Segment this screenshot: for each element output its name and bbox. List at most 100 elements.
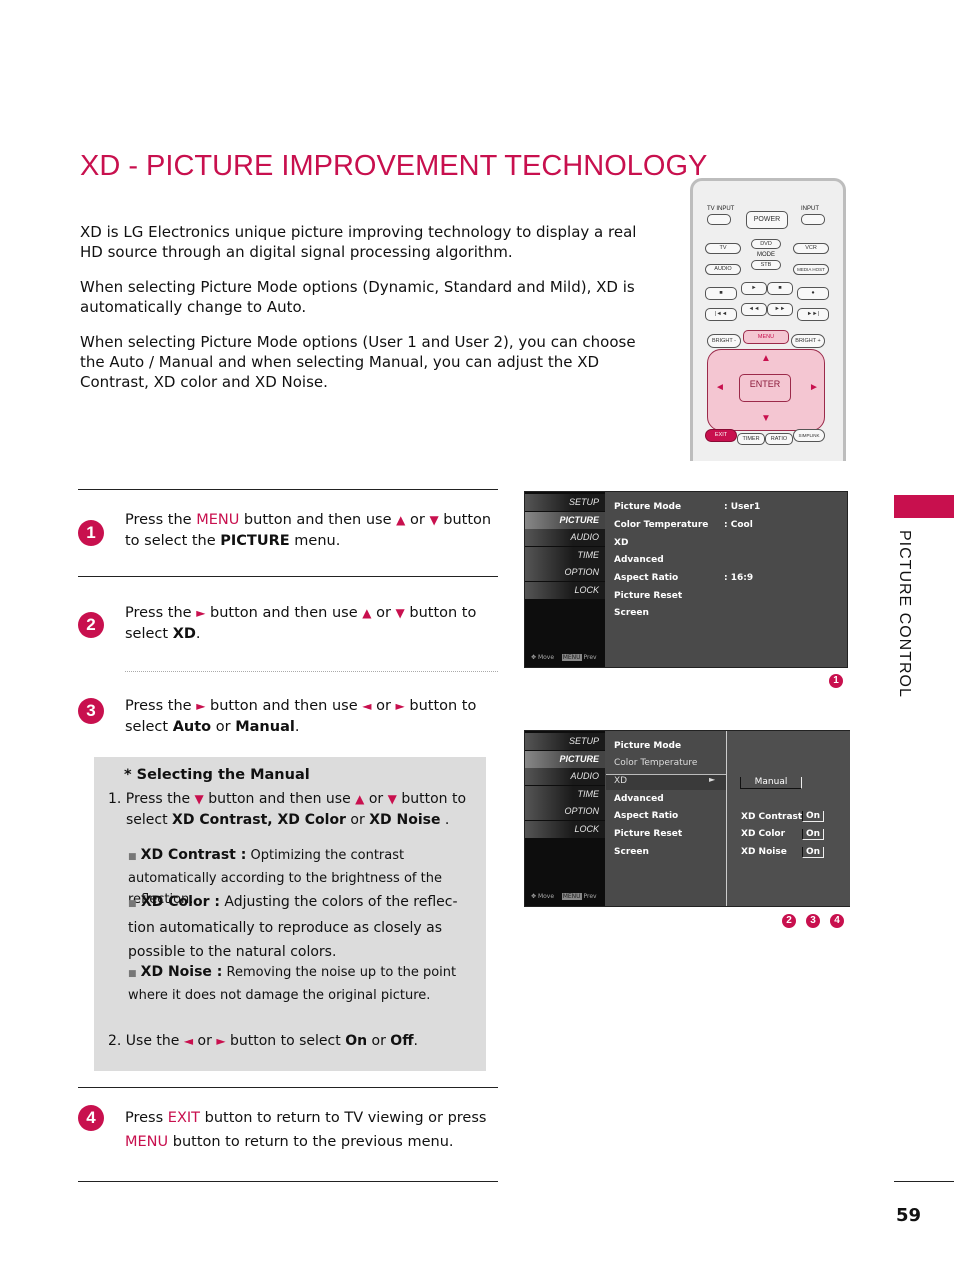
divider-dotted: [125, 671, 498, 672]
remote-control-illustration: TV INPUT POWER INPUT TV DVD VCR MODE AUD…: [690, 178, 846, 461]
text: or: [371, 605, 396, 621]
mode-label: MODE: [757, 252, 775, 258]
submenu-arrow-icon: ►: [709, 775, 716, 784]
intro-paragraph: When selecting Picture Mode options (Use…: [80, 333, 636, 391]
osd-item: Advanced: [614, 794, 664, 804]
menu-key-label: MENU: [125, 1134, 169, 1150]
up-arrow-icon: ▲: [761, 353, 771, 364]
text: .: [413, 1033, 418, 1049]
record-button: ●: [797, 287, 829, 300]
rewind-button: ◄◄: [741, 303, 767, 316]
step-number: 3: [78, 698, 104, 724]
callout-number: 4: [830, 914, 844, 928]
step-3-text: Press the ► button and then use ◄ or ► b…: [125, 696, 495, 738]
text: Press the: [125, 698, 197, 714]
stb-mode-button: STB: [751, 260, 781, 270]
dvd-mode-button: DVD: [751, 239, 781, 249]
vcr-mode-button: VCR: [793, 243, 829, 254]
step-number: 1: [78, 520, 104, 546]
osd-tab-setup: SETUP: [525, 733, 605, 750]
osd-setting-value: On: [802, 811, 824, 822]
ratio-button: RATIO: [765, 433, 793, 445]
text: or: [364, 791, 388, 807]
osd-footer: ✥ Move MENU Prev: [531, 893, 597, 900]
off-label: Off: [390, 1033, 414, 1049]
tv-input-label: TV INPUT: [707, 206, 735, 212]
text: button to: [396, 791, 467, 807]
osd-item: Screen: [614, 847, 649, 857]
osd-footer: ✥ Move MENU Prev: [531, 654, 597, 661]
osd-setting-label: XD Color: [741, 829, 786, 839]
osd-picture-menu: SETUP PICTURE AUDIO TIME OPTION LOCK ✥ M…: [524, 491, 848, 668]
section-name: PICTURE CONTROL: [896, 530, 913, 698]
osd-item-selected: XD: [614, 776, 628, 786]
auto-label: Auto: [172, 719, 212, 735]
osd-tab-setup: SETUP: [525, 494, 605, 511]
text: or: [405, 512, 430, 528]
osd-item-value: : User1: [724, 502, 761, 512]
exit-button: EXIT: [705, 429, 737, 442]
osd-tab-audio: AUDIO: [525, 768, 605, 785]
text: or: [193, 1033, 217, 1049]
callout-number: 2: [782, 914, 796, 928]
osd-tab-column: SETUP PICTURE AUDIO TIME OPTION LOCK ✥ M…: [525, 731, 605, 906]
section-tab-label: PICTURE CONTROL: [885, 530, 915, 700]
bright-minus-button: BRIGHT -: [707, 334, 741, 348]
audio-mode-button: AUDIO: [705, 264, 741, 275]
move-icon: ✥: [531, 654, 537, 661]
on-label: On: [345, 1033, 368, 1049]
right-arrow-icon: ►: [395, 699, 405, 713]
menu-button: MENU: [743, 330, 789, 344]
bullet-label: XD Contrast :: [140, 847, 247, 863]
osd-setting-value: On: [802, 829, 824, 840]
text: Press: [125, 1110, 168, 1126]
text: button to return to the previous menu.: [168, 1134, 454, 1150]
skip-forward-button: ►►|: [797, 308, 829, 321]
osd-item: Picture Mode: [614, 502, 682, 512]
text: select: [126, 812, 173, 828]
osd-tab-lock: LOCK: [525, 821, 605, 838]
bullet-xd-noise: ■ XD Noise : Removing the noise up to th…: [128, 962, 478, 1006]
move-icon: ✥: [531, 893, 537, 900]
right-arrow-icon: ►: [809, 382, 819, 393]
text: 2. Use the: [108, 1033, 184, 1049]
play-button: ►: [741, 282, 767, 295]
osd-setting-label: XD Contrast: [741, 812, 803, 822]
bright-plus-button: BRIGHT +: [791, 334, 825, 348]
enter-button: ENTER: [739, 374, 791, 402]
tv-mode-button: TV: [705, 243, 741, 254]
osd-item: Aspect Ratio: [614, 573, 679, 583]
pause-button: ■: [767, 282, 793, 295]
text: or: [371, 698, 396, 714]
media-host-button: MEDIA HOST: [793, 264, 829, 275]
text: button and then use: [205, 698, 363, 714]
osd-item: Picture Mode: [614, 741, 682, 751]
text: button and then use: [205, 605, 363, 621]
text: .: [294, 719, 300, 735]
input-label: INPUT: [801, 206, 819, 212]
move-label: Move: [537, 893, 555, 900]
timer-button: TIMER: [737, 433, 765, 445]
callout-number: 3: [806, 914, 820, 928]
osd-item-value: : 16:9: [724, 573, 754, 583]
menu-key-icon: MENU: [561, 893, 582, 900]
text: 1. Press the: [108, 791, 195, 807]
manual-settings-box: * Selecting the Manual 1. Press the ▼ bu…: [94, 757, 486, 1071]
up-arrow-icon: ▲: [396, 513, 406, 527]
step-1-text: Press the MENU button and then use ▲ or …: [125, 510, 495, 552]
osd-tab-option: OPTION: [525, 564, 605, 581]
osd-tab-audio: AUDIO: [525, 529, 605, 546]
text: button to return to TV viewing or press: [200, 1110, 487, 1126]
step-number: 4: [78, 1105, 104, 1131]
xd-options-label: XD Contrast, XD Color: [172, 812, 346, 828]
text: Press the: [125, 512, 197, 528]
text: .: [195, 626, 201, 642]
osd-setting-value: On: [802, 847, 824, 858]
fast-forward-button: ►►: [767, 303, 793, 316]
bullet-label: XD Color :: [140, 894, 220, 910]
menu-key-icon: MENU: [561, 654, 582, 661]
page-title: XD - PICTURE IMPROVEMENT TECHNOLOGY: [80, 150, 708, 182]
prev-label: Prev: [583, 893, 597, 900]
text: menu.: [289, 533, 341, 549]
osd-item: Picture Reset: [614, 591, 683, 601]
